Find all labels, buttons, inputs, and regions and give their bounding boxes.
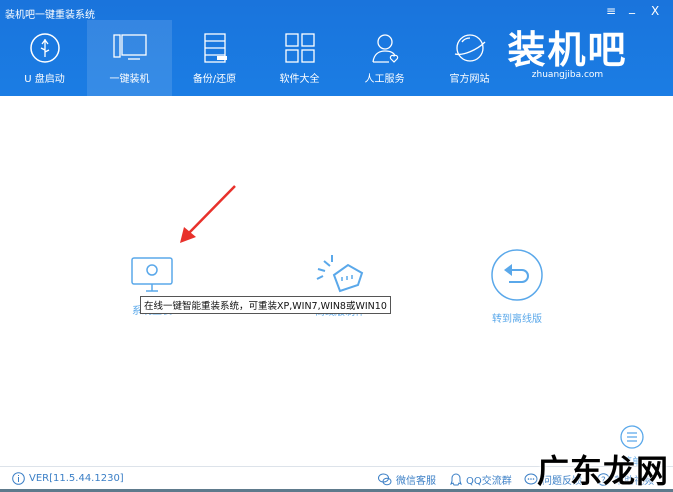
header: 装机吧一键重装系统 ≡ _ X U 盘启动 一键装机 备份/还原 软件大全 人工… (0, 0, 673, 96)
wechat-icon (378, 473, 392, 486)
red-arrow-annotation (180, 185, 236, 243)
logo-text: 装机吧 (507, 28, 628, 72)
watermark: 广东龙网 (537, 452, 670, 490)
window-title: 装机吧一键重装系统 (5, 10, 95, 21)
nav-one-click-install[interactable]: 一键装机 (87, 20, 172, 96)
network-plug-icon (316, 255, 364, 293)
close-button[interactable]: X (651, 4, 659, 18)
nav-label: 人工服务 (364, 74, 405, 85)
chat-bubble-icon (524, 473, 538, 485)
usb-icon (29, 33, 60, 63)
menu-icon[interactable]: ≡ (606, 4, 616, 18)
info-icon (12, 472, 25, 485)
back-arrow-circle-icon (491, 249, 543, 301)
version-text: VER[11.5.44.1230] (29, 473, 124, 484)
tooltip: 在线一键智能重装系统，可重装XP,WIN7,WIN8或WIN10 (140, 296, 391, 314)
minimize-button[interactable]: _ (629, 0, 635, 14)
qq-label: QQ交流群 (466, 476, 512, 487)
computer-icon (112, 34, 147, 60)
qq-icon (450, 472, 462, 485)
nav-label: 备份/还原 (192, 74, 237, 85)
nav-software[interactable]: 软件大全 (257, 20, 342, 96)
grid-icon (284, 33, 315, 63)
qq-group-link[interactable]: QQ交流群 (450, 472, 512, 487)
monitor-gear-icon (131, 257, 173, 292)
nav-label: 一键装机 (109, 74, 150, 85)
feature-switch-offline[interactable]: 转到离线版 (486, 248, 548, 325)
wechat-label: 微信客服 (396, 476, 436, 487)
feature-label: 转到离线版 (492, 314, 542, 325)
nav-label: 软件大全 (279, 74, 320, 85)
nav-usb-boot[interactable]: U 盘启动 (2, 20, 87, 96)
wechat-support-link[interactable]: 微信客服 (378, 472, 436, 487)
globe-icon (454, 34, 485, 62)
person-icon (371, 34, 398, 63)
nav-backup-restore[interactable]: 备份/还原 (172, 20, 257, 96)
version-info: VER[11.5.44.1230] (12, 472, 124, 485)
main-nav: U 盘启动 一键装机 备份/还原 软件大全 人工服务 官方网站 (2, 20, 512, 96)
nav-support[interactable]: 人工服务 (342, 20, 427, 96)
backup-icon (203, 33, 227, 63)
nav-label: U 盘启动 (24, 74, 65, 85)
brand-logo: 装机吧 zhuangjiba.com (500, 28, 635, 80)
